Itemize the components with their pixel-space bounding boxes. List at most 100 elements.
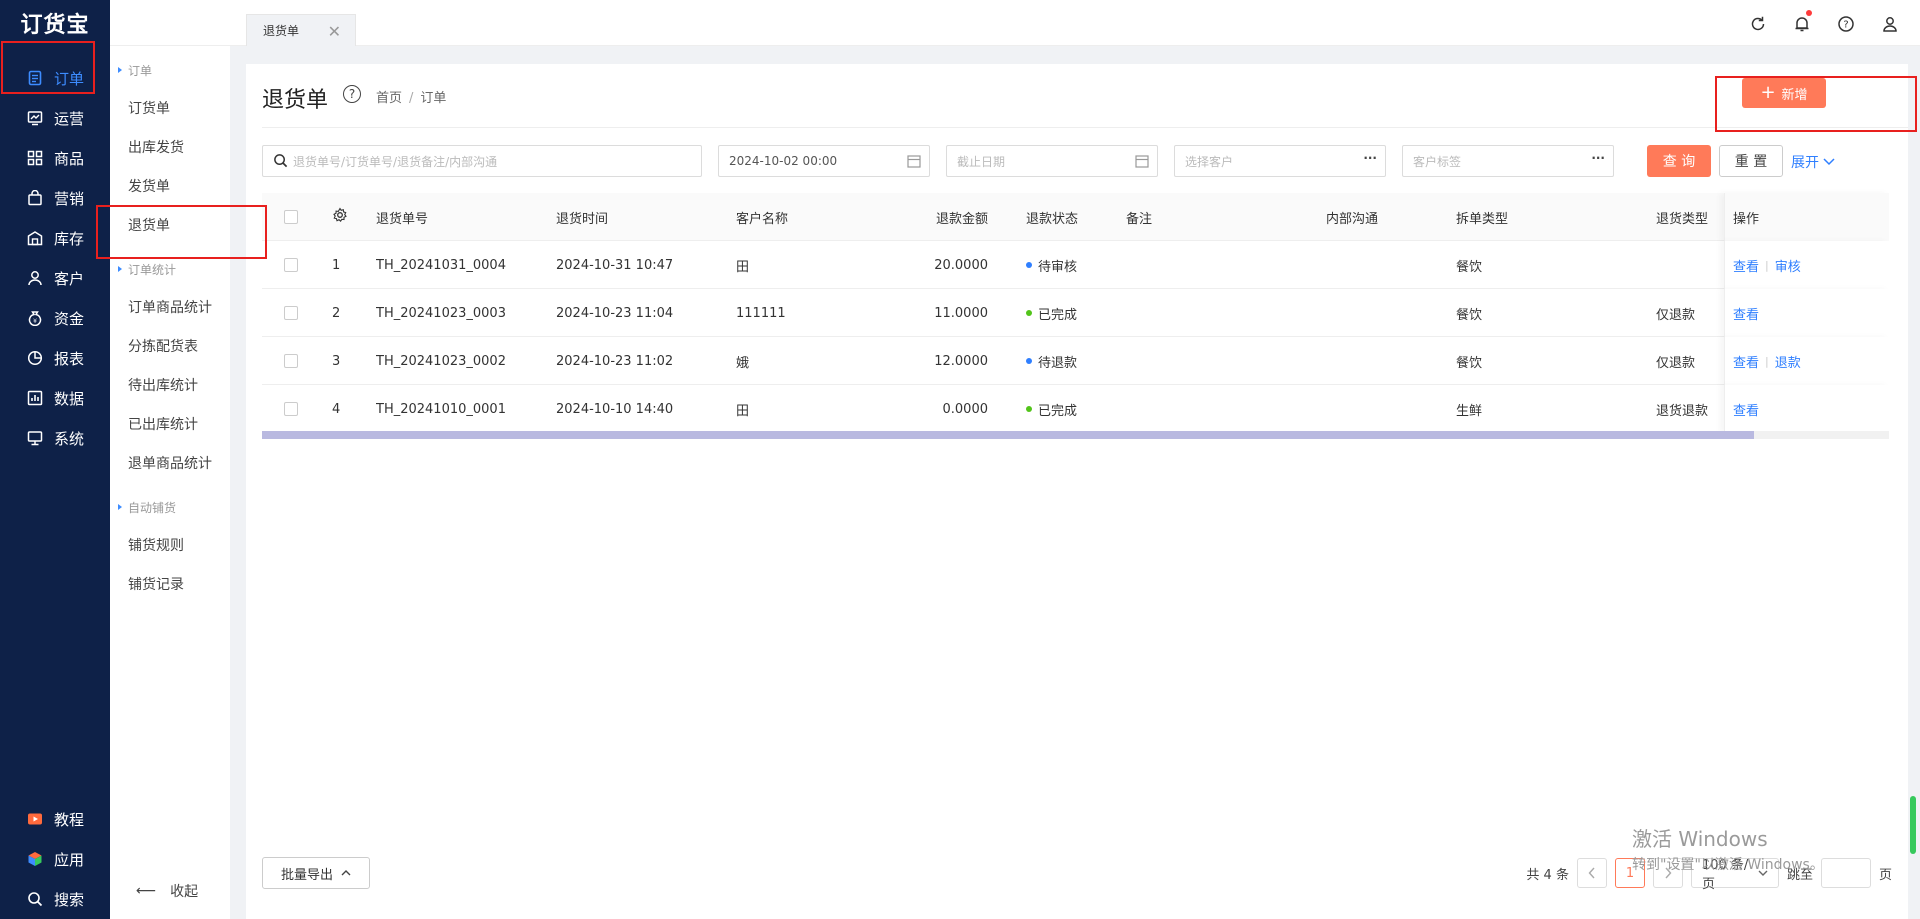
- column-header-status[interactable]: 退款状态: [1026, 193, 1078, 241]
- column-header-note[interactable]: 备注: [1126, 193, 1152, 241]
- customer-name: 111111: [736, 305, 786, 321]
- search-placeholder: 退货单号/订货单号/退货备注/内部沟通: [293, 154, 498, 169]
- main-sidebar: 订货宝 订单 运营 商品 营销 库存 客户 ¥ 资金 报表 数据 系统 教程 应…: [0, 0, 110, 919]
- view-link[interactable]: 查看: [1733, 352, 1759, 371]
- column-header-customer[interactable]: 客户名称: [736, 193, 788, 241]
- nav-item-warehouse[interactable]: 库存: [0, 218, 110, 258]
- submenu-item-pending-outbound-stats[interactable]: 待出库统计: [110, 366, 230, 405]
- status-text: 已完成: [1038, 403, 1078, 419]
- column-header-return-no[interactable]: 退货单号: [376, 193, 428, 241]
- submenu-item-order-product-stats[interactable]: 订单商品统计: [110, 288, 230, 327]
- annotation-box-return-orders: [96, 205, 267, 259]
- refund-link[interactable]: 退款: [1775, 352, 1801, 371]
- column-header-internal-comm[interactable]: 内部沟通: [1326, 193, 1378, 241]
- batch-export-button[interactable]: 批量导出: [262, 857, 370, 889]
- nav-item-products[interactable]: 商品: [0, 138, 110, 178]
- breadcrumb-home[interactable]: 首页: [376, 91, 402, 106]
- nav-item-reports[interactable]: 报表: [0, 338, 110, 378]
- table-row: 4 TH_20241010_0001 2024-10-10 14:40 田 0.…: [262, 385, 1889, 433]
- nav-item-tutorial[interactable]: 教程: [0, 799, 110, 839]
- column-header-return-time[interactable]: 退货时间: [556, 193, 608, 241]
- row-checkbox[interactable]: [284, 354, 298, 368]
- row-index: 1: [332, 257, 341, 273]
- breadcrumb: 首页 / 订单: [376, 91, 447, 106]
- view-link[interactable]: 查看: [1733, 256, 1759, 275]
- windows-activation-watermark: 激活 Windows 转到"设置"以激活 Windows。: [1632, 823, 1824, 874]
- column-header-amount[interactable]: 退款金额: [890, 193, 988, 241]
- row-actions: 查看 | 审核: [1724, 241, 1889, 289]
- submenu-item-delivery-orders[interactable]: 发货单: [110, 167, 230, 206]
- vertical-scrollbar[interactable]: [1910, 796, 1916, 854]
- monitor-icon: [26, 429, 44, 447]
- annotation-box-add-button: [1715, 76, 1917, 132]
- submenu-item-picking-sheet[interactable]: 分拣配货表: [110, 327, 230, 366]
- submenu-item-return-product-stats[interactable]: 退单商品统计: [110, 444, 230, 483]
- tab-return-orders[interactable]: 退货单 ✕: [246, 14, 356, 46]
- bell-icon[interactable]: [1792, 10, 1812, 34]
- search-input[interactable]: 退货单号/订货单号/退货备注/内部沟通: [262, 145, 702, 177]
- collapse-label: 收起: [170, 884, 199, 900]
- return-no: TH_20241023_0003: [376, 305, 506, 321]
- submenu-group-auto-distribution: 自动铺货: [110, 483, 230, 526]
- submenu-item-distribution-rules[interactable]: 铺货规则: [110, 526, 230, 565]
- close-icon[interactable]: ✕: [328, 22, 341, 41]
- status-dot: [1026, 358, 1032, 364]
- refund-amount: 20.0000: [934, 257, 988, 273]
- table-row: 1 TH_20241031_0004 2024-10-31 10:47 田 20…: [262, 241, 1889, 289]
- scrollbar-thumb[interactable]: [262, 431, 1754, 439]
- end-date-input[interactable]: 截止日期: [946, 145, 1158, 177]
- horizontal-scrollbar[interactable]: [262, 431, 1889, 439]
- user-icon[interactable]: [1880, 14, 1900, 34]
- query-button[interactable]: 查 询: [1647, 145, 1711, 177]
- row-checkbox[interactable]: [284, 402, 298, 416]
- row-actions: 查看: [1724, 289, 1889, 337]
- jump-page-input[interactable]: [1820, 858, 1871, 888]
- customer-tag-select[interactable]: 客户标签 ···: [1402, 145, 1614, 177]
- question-icon[interactable]: ?: [343, 85, 361, 103]
- nav-label: 搜索: [54, 890, 85, 909]
- user-icon: [26, 269, 44, 287]
- view-link[interactable]: 查看: [1733, 400, 1759, 419]
- reset-button[interactable]: 重 置: [1719, 145, 1783, 177]
- svg-text:?: ?: [1843, 20, 1848, 31]
- help-icon[interactable]: ?: [1836, 14, 1856, 34]
- top-bar: 退货单 ✕ ?: [110, 0, 1920, 46]
- nav-item-customers[interactable]: 客户: [0, 258, 110, 298]
- pie-chart-icon: [26, 349, 44, 367]
- gear-icon[interactable]: [332, 207, 348, 227]
- collapse-button[interactable]: ⟵ 收起: [136, 881, 198, 901]
- return-type: 仅退款: [1656, 307, 1696, 323]
- column-header-return-type[interactable]: 退货类型: [1656, 193, 1722, 241]
- expand-toggle[interactable]: 展开: [1791, 152, 1835, 172]
- submenu-item-outbound-shipping[interactable]: 出库发货: [110, 128, 230, 167]
- status-badge: 待审核: [1026, 241, 1077, 289]
- money-bag-icon: ¥: [26, 309, 44, 327]
- split-type: 餐饮: [1456, 259, 1483, 275]
- nav-item-marketing[interactable]: 营销: [0, 178, 110, 218]
- row-checkbox[interactable]: [284, 258, 298, 272]
- nav-item-data[interactable]: 数据: [0, 378, 110, 418]
- column-header-split-type[interactable]: 拆单类型: [1456, 193, 1508, 241]
- start-date-input[interactable]: 2024-10-02 00:00: [718, 145, 930, 177]
- batch-export-label: 批量导出: [280, 867, 333, 883]
- nav-item-operations[interactable]: 运营: [0, 98, 110, 138]
- submenu-item-shipped-stats[interactable]: 已出库统计: [110, 405, 230, 444]
- annotation-box-orders-nav: [1, 41, 95, 94]
- customer-select[interactable]: 选择客户 ···: [1174, 145, 1386, 177]
- nav-item-system[interactable]: 系统: [0, 418, 110, 458]
- nav-item-search[interactable]: 搜索: [0, 879, 110, 919]
- play-icon: [26, 810, 44, 828]
- submenu-item-purchase-orders[interactable]: 订货单: [110, 89, 230, 128]
- view-link[interactable]: 查看: [1733, 304, 1759, 323]
- review-link[interactable]: 审核: [1775, 256, 1801, 275]
- select-all-checkbox[interactable]: [284, 210, 298, 224]
- prev-page-button[interactable]: [1576, 858, 1607, 888]
- return-time: 2024-10-10 14:40: [556, 401, 674, 417]
- submenu-item-distribution-records[interactable]: 铺货记录: [110, 565, 230, 604]
- nav-label: 库存: [54, 229, 85, 248]
- nav-item-apps[interactable]: 应用: [0, 839, 110, 879]
- row-checkbox[interactable]: [284, 306, 298, 320]
- refresh-icon[interactable]: [1748, 14, 1768, 34]
- nav-item-funds[interactable]: ¥ 资金: [0, 298, 110, 338]
- table-row: 2 TH_20241023_0003 2024-10-23 11:04 1111…: [262, 289, 1889, 337]
